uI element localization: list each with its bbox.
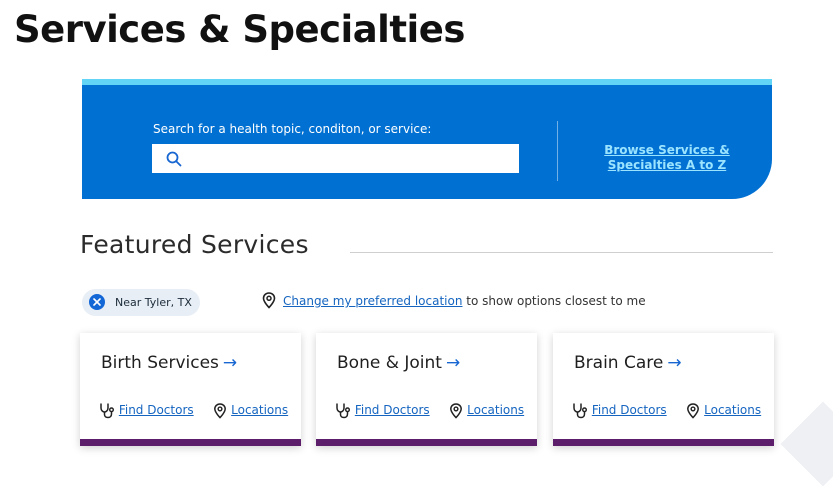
locations-link[interactable]: Locations (231, 403, 288, 417)
find-doctors-link[interactable]: Find Doctors (592, 403, 667, 417)
arrow-right-icon: → (667, 353, 682, 373)
arrow-right-icon: → (222, 353, 238, 373)
find-doctors-link[interactable]: Find Doctors (355, 403, 430, 417)
band-divider (557, 121, 558, 181)
card-links: Find Doctors Locations (572, 402, 761, 419)
map-pin-icon (450, 402, 463, 419)
search-input[interactable] (192, 144, 516, 175)
card-links: Find Doctors Locations (335, 402, 524, 419)
card-title[interactable]: Birth Services → (101, 353, 237, 373)
locations-link[interactable]: Locations (704, 403, 761, 417)
card-accent-bar (80, 439, 301, 446)
browse-services-link[interactable]: Browse Services & Specialties A to Z (587, 143, 747, 173)
close-circle-icon[interactable] (89, 294, 105, 310)
stethoscope-icon (573, 403, 587, 419)
featured-services-title: Featured Services (80, 230, 309, 259)
stethoscope-icon (100, 403, 114, 419)
change-location-link[interactable]: Change my preferred location (283, 294, 462, 308)
map-pin-icon (262, 292, 276, 309)
map-pin-icon (687, 402, 700, 419)
service-card-brain-care[interactable]: Brain Care → Find Doctors Locations (553, 333, 774, 446)
card-accent-bar (316, 439, 537, 446)
page-title: Services & Specialties (14, 8, 465, 51)
map-pin-icon (214, 402, 227, 419)
card-title[interactable]: Bone & Joint → (337, 353, 460, 373)
service-card-birth-services[interactable]: Birth Services → Find Doctors Locations (80, 333, 301, 446)
search-box[interactable] (152, 144, 519, 175)
change-location-suffix: to show options closest to me (462, 294, 646, 308)
card-links: Find Doctors Locations (99, 402, 288, 419)
search-band: Search for a health topic, conditon, or … (82, 79, 772, 199)
search-icon[interactable] (166, 151, 182, 167)
preferred-location-line: Change my preferred location to show opt… (283, 294, 646, 308)
background-decoration (780, 401, 833, 486)
location-chip-label: Near Tyler, TX (115, 296, 192, 309)
locations-link[interactable]: Locations (467, 403, 524, 417)
location-chip[interactable]: Near Tyler, TX (82, 289, 200, 316)
find-doctors-link[interactable]: Find Doctors (119, 403, 194, 417)
search-label: Search for a health topic, conditon, or … (153, 122, 432, 136)
card-accent-bar (553, 439, 774, 446)
arrow-right-icon: → (445, 353, 461, 373)
card-title[interactable]: Brain Care → (574, 353, 682, 373)
service-card-bone-joint[interactable]: Bone & Joint → Find Doctors Locations (316, 333, 537, 446)
stethoscope-icon (336, 403, 350, 419)
section-divider (350, 252, 773, 253)
